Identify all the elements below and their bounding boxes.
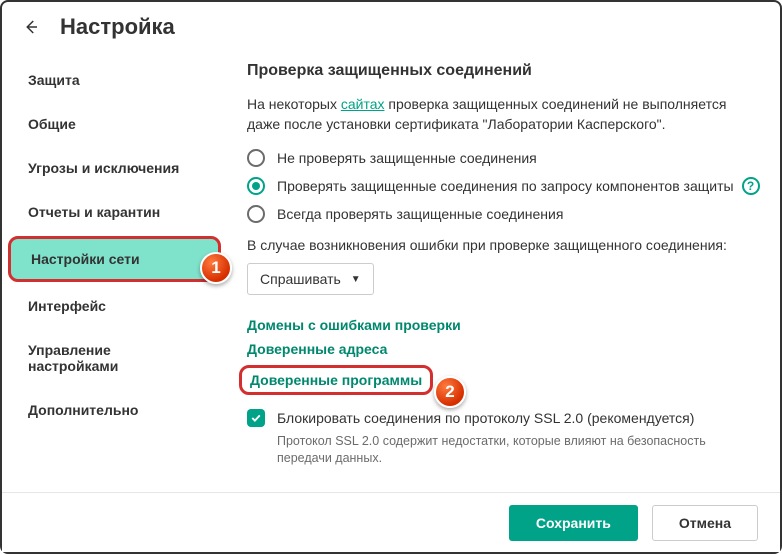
link-trusted-apps[interactable]: Доверенные программы	[239, 365, 433, 395]
callout-badge-1: 1	[200, 252, 232, 284]
ssl-block-row[interactable]: Блокировать соединения по протоколу SSL …	[247, 409, 760, 429]
radio-icon	[247, 205, 265, 223]
section-description: На некоторых сайтах проверка защищенных …	[247, 94, 760, 135]
sidebar: Защита Общие Угрозы и исключения Отчеты …	[2, 54, 227, 492]
cancel-button[interactable]: Отмена	[652, 505, 758, 541]
arrow-left-icon	[22, 18, 40, 36]
content: Проверка защищенных соединений На некото…	[227, 54, 780, 492]
error-action-label: В случае возникновения ошибки при провер…	[247, 237, 760, 253]
back-button[interactable]	[20, 16, 42, 38]
sidebar-item-manage-settings[interactable]: Управление настройками	[2, 328, 227, 388]
links-group: Домены с ошибками проверки Доверенные ад…	[247, 317, 760, 395]
sidebar-item-protection[interactable]: Защита	[2, 58, 227, 102]
select-value: Спрашивать	[260, 271, 341, 287]
radio-icon	[247, 177, 265, 195]
help-icon[interactable]: ?	[742, 177, 760, 195]
ssl-block-label: Блокировать соединения по протоколу SSL …	[277, 409, 694, 429]
radio-icon	[247, 149, 265, 167]
sidebar-item-interface[interactable]: Интерфейс	[2, 284, 227, 328]
checkbox-checked-icon	[247, 409, 265, 427]
scan-mode-radio-group: Не проверять защищенные соединения Прове…	[247, 149, 760, 224]
section-title: Проверка защищенных соединений	[247, 62, 760, 80]
header: Настройка	[2, 2, 780, 54]
radio-scan-on-request[interactable]: Проверять защищенные соединения по запро…	[247, 177, 760, 195]
ssl-block-description: Протокол SSL 2.0 содержит недостатки, ко…	[277, 433, 760, 468]
sidebar-item-threats[interactable]: Угрозы и исключения	[2, 146, 227, 190]
body: Защита Общие Угрозы и исключения Отчеты …	[2, 54, 780, 492]
sites-link[interactable]: сайтах	[341, 96, 385, 112]
link-trusted-addresses[interactable]: Доверенные адреса	[247, 341, 760, 357]
radio-no-scan[interactable]: Не проверять защищенные соединения	[247, 149, 760, 167]
footer: Сохранить Отмена	[2, 492, 780, 552]
save-button[interactable]: Сохранить	[509, 505, 638, 541]
page-title: Настройка	[60, 14, 175, 40]
sidebar-item-general[interactable]: Общие	[2, 102, 227, 146]
sidebar-item-network[interactable]: Настройки сети	[8, 236, 221, 282]
sidebar-item-reports[interactable]: Отчеты и карантин	[2, 190, 227, 234]
radio-scan-always[interactable]: Всегда проверять защищенные соединения	[247, 205, 760, 223]
link-error-domains[interactable]: Домены с ошибками проверки	[247, 317, 760, 333]
callout-badge-2: 2	[434, 376, 466, 408]
chevron-down-icon: ▼	[351, 274, 361, 285]
sidebar-item-additional[interactable]: Дополнительно	[2, 388, 227, 432]
error-action-select[interactable]: Спрашивать ▼	[247, 263, 374, 295]
